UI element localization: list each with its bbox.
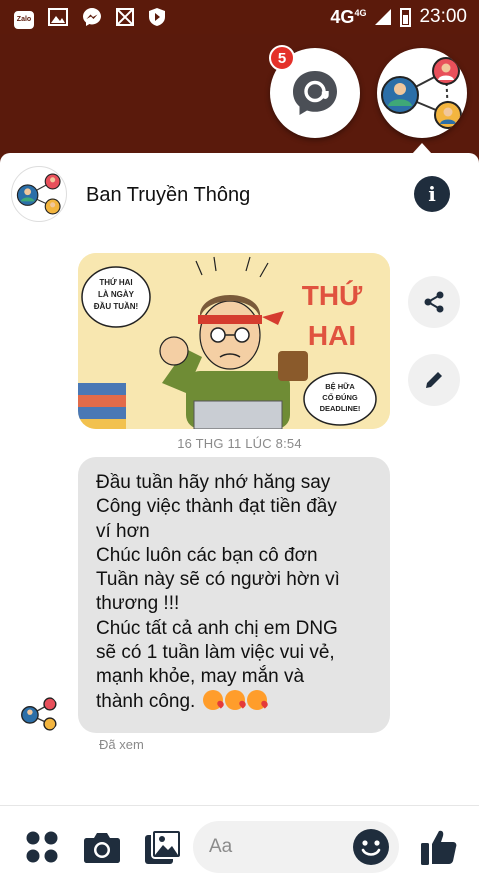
text-message[interactable]: Đầu tuần hãy nhớ hăng say Công việc thàn… [78,457,390,733]
message-input[interactable] [209,821,349,873]
group-network-icon [21,697,57,731]
like-button[interactable] [417,825,461,869]
image-message[interactable]: THỨ HAI LÀ NGÀY ĐẦU TUẦN! THỨ HAI BỆ HỮA… [78,253,390,429]
composer-divider [0,805,479,806]
group-chat-head[interactable] [377,48,467,138]
message-line: mạnh khỏe, may mắn và [96,666,305,688]
network-sup: 4G [354,7,367,18]
shield-icon [148,7,166,32]
gallery-button[interactable] [141,825,185,869]
svg-text:BỆ HỮA: BỆ HỮA [325,382,355,391]
svg-text:DEADLINE!: DEADLINE! [320,404,361,413]
svg-text:THỨ HAI: THỨ HAI [99,278,132,287]
gallery-icon [145,829,182,864]
network-type: 4G4G [330,7,366,28]
messenger-icon [82,7,102,32]
chat-title[interactable]: Ban Truyền Thông [86,184,250,207]
camera-icon [84,833,120,863]
network-label: 4G [330,6,355,27]
share-icon [424,291,444,313]
seen-status: Đã xem [99,737,144,752]
kiss-emoji-icon [202,689,223,710]
mute-icon [116,8,134,31]
sender-avatar[interactable] [18,693,60,735]
apps-grid-icon [26,831,58,863]
chat-header: Ban Truyền Thông i [0,153,479,237]
clock: 23:00 [419,6,467,27]
signal-icon [374,8,392,26]
notification-icons: Zalo [14,7,166,32]
edit-button[interactable] [408,354,460,406]
message-input-wrap [193,821,399,873]
apps-button[interactable] [20,825,64,869]
svg-text:ĐẦU TUẦN!: ĐẦU TUẦN! [94,301,138,311]
chat-panel: Ban Truyền Thông i THỨ HAI LÀ NGÀY ĐẦU T… [0,153,479,884]
smiley-icon [361,840,381,856]
message-timestamp: 16 THG 11 LÚC 8:54 [177,436,302,451]
svg-text:CỐ ĐÚNG: CỐ ĐÚNG [322,392,358,402]
unread-badge: 5 [269,45,295,71]
svg-text:LÀ NGÀY: LÀ NGÀY [98,290,135,299]
message-line-last: thành công. [96,689,372,714]
message-line: Tuần này sẽ có người hờn vì [96,569,340,591]
avatar[interactable] [11,166,67,222]
message-line: Chúc luôn các bạn cô đơn [96,544,318,566]
zalo-icon: Zalo [14,10,34,29]
battery-icon [400,7,412,27]
gallery-icon [48,8,68,31]
composer [0,813,479,883]
kiss-emoji-icon [224,689,245,710]
message-line: Đầu tuần hãy nhớ hăng say [96,472,331,493]
camera-button[interactable] [80,825,124,869]
svg-text:HAI: HAI [308,320,356,351]
zalo-label: Zalo [16,16,32,23]
group-network-icon [16,173,61,215]
svg-text:THỨ: THỨ [302,280,363,311]
message-line: ví hơn [96,520,150,542]
kiss-emoji-icon [246,689,267,710]
message-line: thương !!! [96,593,180,615]
comic-image: THỨ HAI LÀ NGÀY ĐẦU TUẦN! THỨ HAI BỆ HỮA… [78,253,390,429]
group-network-icon [381,57,462,129]
status-bar: Zalo 4G4G 23:00 [0,0,479,34]
share-button[interactable] [408,276,460,328]
info-icon: i [428,182,436,206]
emoji-button[interactable] [353,829,389,865]
message-line: Công việc thành đạt tiền đầy [96,496,337,518]
workchat-icon [293,71,337,115]
message-line: Chúc tất cả anh chị em DNG [96,617,338,639]
thumbs-up-icon [421,830,457,865]
info-button[interactable]: i [414,176,450,212]
pencil-icon [426,372,442,388]
message-line: thành công. [96,690,196,712]
message-line: sẽ có 1 tuần làm việc vui vẻ, [96,642,335,664]
